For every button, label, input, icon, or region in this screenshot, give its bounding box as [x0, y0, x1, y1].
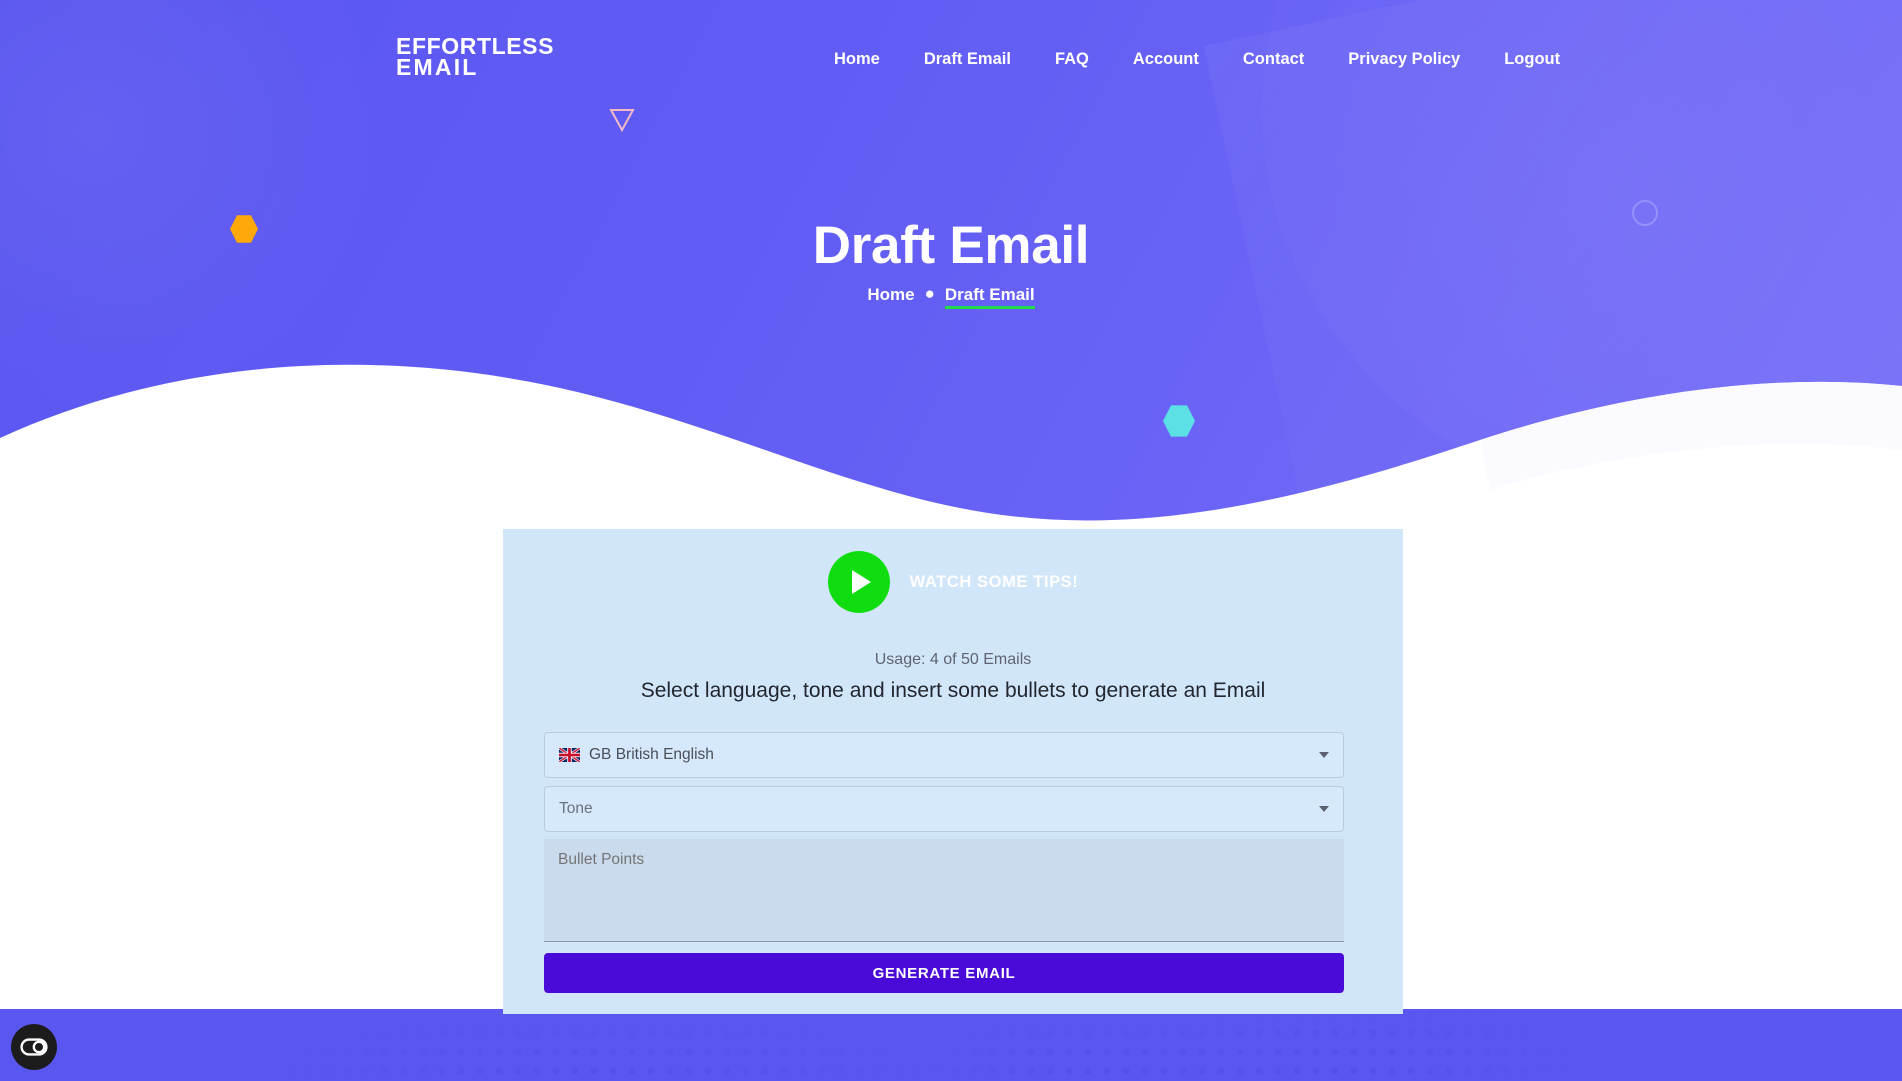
- top-navigation-bar: EFFORTLESS EMAIL Home Draft Email FAQ Ac…: [0, 0, 1902, 110]
- nav-item-privacy-policy[interactable]: Privacy Policy: [1326, 50, 1482, 69]
- breadcrumb-home[interactable]: Home: [867, 285, 914, 304]
- page-title: Draft Email: [812, 216, 1090, 275]
- nav-item-contact[interactable]: Contact: [1221, 50, 1326, 69]
- nav-item-home[interactable]: Home: [812, 50, 902, 69]
- breadcrumb-separator: ●: [924, 284, 935, 303]
- brand-logo-line2: EMAIL: [396, 54, 479, 80]
- draft-email-card: WATCH SOME TIPS! Usage: 4 of 50 Emails S…: [503, 529, 1403, 1014]
- accessibility-widget-button[interactable]: [11, 1024, 57, 1070]
- play-triangle-icon: [851, 570, 871, 594]
- nav-links: Home Draft Email FAQ Account Contact Pri…: [812, 50, 1582, 69]
- chevron-down-icon: [1319, 806, 1329, 812]
- language-select-value: GB British English: [589, 746, 714, 763]
- play-icon[interactable]: [827, 551, 890, 613]
- bullet-points-input[interactable]: [544, 839, 1344, 942]
- tone-select[interactable]: Tone: [544, 786, 1344, 832]
- nav-item-faq[interactable]: FAQ: [1033, 50, 1111, 69]
- page-root: EFFORTLESS EMAIL Home Draft Email FAQ Ac…: [0, 0, 1902, 1081]
- language-select[interactable]: GB British English: [544, 732, 1344, 778]
- watch-tips-row[interactable]: WATCH SOME TIPS!: [503, 551, 1403, 613]
- breadcrumb-current[interactable]: Draft Email: [944, 285, 1035, 309]
- language-select-value-wrap: GB British English: [559, 746, 1319, 764]
- gb-flag-icon: [559, 748, 580, 762]
- footer-dot-pattern: [0, 1009, 1902, 1081]
- tone-select-value-wrap: Tone: [559, 800, 1319, 818]
- brand-logo[interactable]: EFFORTLESS EMAIL: [396, 35, 554, 80]
- nav-item-account[interactable]: Account: [1111, 50, 1221, 69]
- nav-item-logout[interactable]: Logout: [1482, 50, 1582, 69]
- generate-email-button[interactable]: GENERATE EMAIL: [544, 953, 1344, 993]
- hero-wave-divider: [0, 364, 1902, 560]
- breadcrumb: Home ● Draft Email: [0, 284, 1902, 309]
- chevron-down-icon: [1319, 752, 1329, 758]
- watch-tips-label: WATCH SOME TIPS!: [909, 572, 1079, 591]
- usage-counter: Usage: 4 of 50 Emails: [874, 651, 1032, 668]
- tone-select-placeholder: Tone: [559, 800, 593, 817]
- card-instructions: Select language, tone and insert some bu…: [640, 679, 1266, 702]
- footer-band: [0, 1009, 1902, 1081]
- toggle-circle-icon: [20, 1038, 48, 1056]
- nav-item-draft-email[interactable]: Draft Email: [902, 50, 1033, 69]
